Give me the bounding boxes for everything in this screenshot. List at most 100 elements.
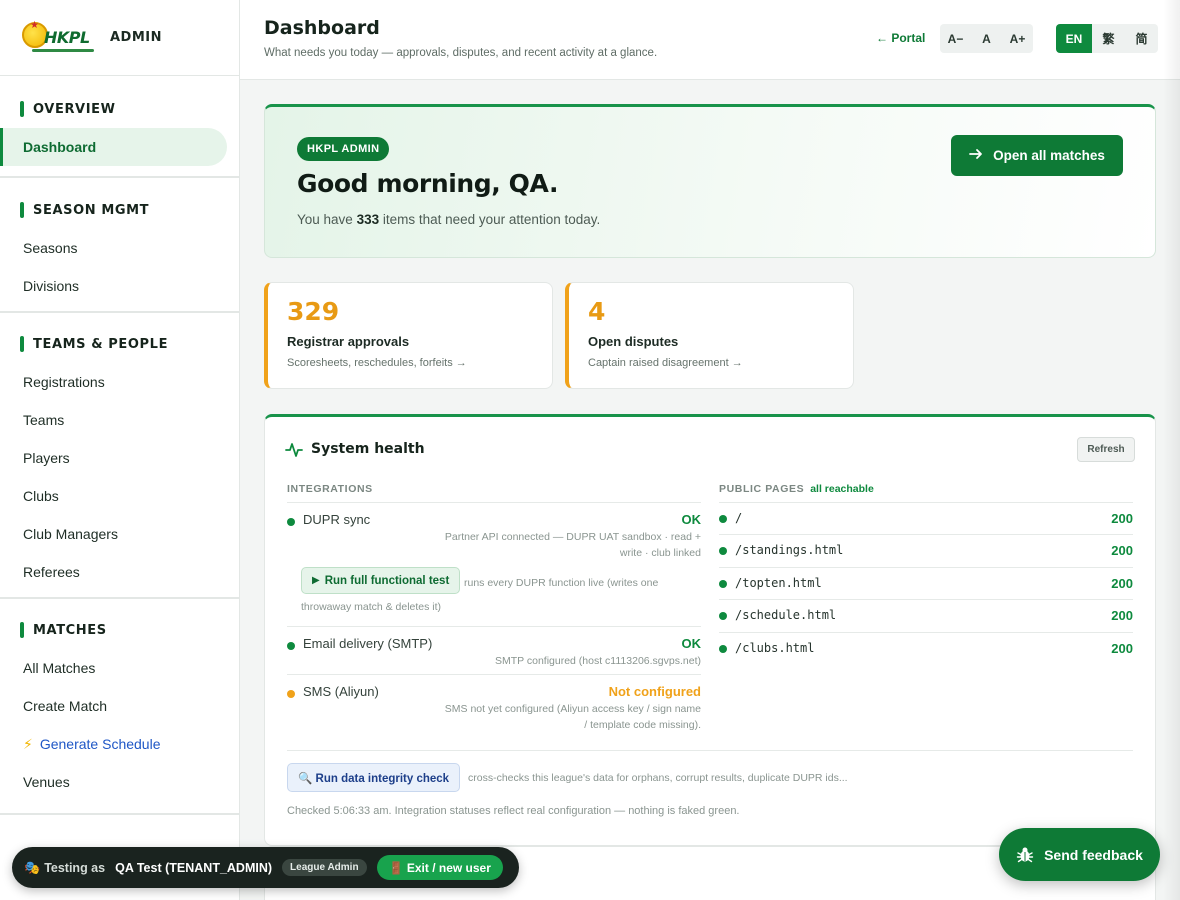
integration-status: Not configured: [608, 684, 701, 699]
stat-card-open-disputes[interactable]: 4 Open disputes Captain raised disagreem…: [565, 282, 854, 389]
sidebar-item-players[interactable]: Players: [0, 439, 239, 477]
exit-impersonation-button[interactable]: 🚪 Exit / new user: [376, 855, 503, 880]
activity-icon: [285, 441, 303, 464]
page-path: /standings.html: [735, 543, 844, 557]
attention-summary: You have 333 items that need your attent…: [297, 212, 600, 227]
testing-as-label: Testing as: [44, 860, 106, 875]
status-dot: [719, 580, 727, 588]
sidebar-item-clubs[interactable]: Clubs: [0, 477, 239, 515]
stat-card-registrar-approvals[interactable]: 329 Registrar approvals Scoresheets, res…: [264, 282, 553, 389]
integrations-heading: INTEGRATIONS: [287, 483, 373, 495]
integration-name: DUPR sync: [303, 512, 371, 527]
scroll-shadow: [1163, 0, 1180, 900]
http-status: 200: [1111, 511, 1133, 526]
page-path: /schedule.html: [735, 608, 837, 622]
refresh-button[interactable]: Refresh: [1077, 437, 1135, 462]
sidebar-item-club-managers[interactable]: Club Managers: [0, 515, 239, 553]
brand-title: ADMIN: [110, 30, 163, 45]
lang-en-button[interactable]: EN: [1056, 24, 1092, 53]
stat-subtext: Captain raised disagreement →: [588, 357, 743, 369]
status-dot: [287, 518, 295, 526]
integration-row-dupr: DUPR sync OK Partner API connected — DUP…: [287, 502, 701, 626]
sidebar-item-seasons[interactable]: Seasons: [0, 229, 239, 267]
page-header: Dashboard What needs you today — approva…: [240, 0, 1180, 80]
sidebar-item-registrations[interactable]: Registrations: [0, 363, 239, 401]
send-feedback-button[interactable]: Send feedback: [999, 828, 1160, 881]
stat-subtext: Scoresheets, reschedules, forfeits →: [287, 357, 467, 369]
role-badge: League Admin: [282, 859, 367, 876]
integration-description: Partner API connected — DUPR UAT sandbox…: [444, 531, 701, 559]
hkpl-logo[interactable]: ★ HKPL: [20, 18, 96, 58]
public-pages-status: all reachable: [810, 483, 874, 495]
sidebar-item-generate-schedule[interactable]: ⚡ Generate Schedule: [0, 725, 239, 763]
integration-name: SMS (Aliyun): [303, 684, 379, 699]
nav-section-season-mgmt: SEASON MGMT Seasons Divisions: [0, 178, 239, 313]
font-increase-button[interactable]: A+: [1002, 24, 1033, 53]
status-dot: [719, 612, 727, 620]
status-dot: [719, 515, 727, 523]
nav-heading: OVERVIEW: [0, 100, 239, 118]
status-dot: [287, 642, 295, 650]
nav-heading: TEAMS & PEOPLE: [0, 335, 239, 353]
public-pages-label: PUBLIC PAGES: [719, 483, 805, 495]
logo-underline: [32, 48, 94, 52]
page-path: /: [735, 511, 743, 525]
brand: ★ HKPL ADMIN: [0, 0, 239, 76]
nav-heading-label: MATCHES: [33, 622, 107, 638]
status-dot: [719, 645, 727, 653]
font-reset-button[interactable]: A: [971, 24, 1002, 53]
stat-value: 4: [588, 297, 606, 326]
sidebar-item-divisions[interactable]: Divisions: [0, 267, 239, 305]
sidebar-item-venues[interactable]: Venues: [0, 763, 239, 801]
lang-simplified-button[interactable]: 简: [1125, 24, 1158, 53]
portal-link[interactable]: ← Portal: [876, 31, 925, 45]
nav-section-matches: MATCHES All Matches Create Match ⚡ Genera…: [0, 599, 239, 815]
summary-suffix: items that need your attention today.: [379, 212, 601, 227]
section-divider: [287, 750, 1133, 751]
attention-count: 333: [356, 212, 380, 227]
font-size-controls: A− A A+: [940, 24, 1033, 53]
welcome-hero: HKPL ADMIN Good morning, QA. You have 33…: [264, 104, 1156, 258]
nav-heading-label: TEAMS & PEOPLE: [33, 336, 169, 352]
mask-icon: 🎭: [24, 859, 41, 875]
system-health-card: System health Refresh INTEGRATIONS PUBLI…: [264, 414, 1156, 846]
font-decrease-button[interactable]: A−: [940, 24, 971, 53]
sidebar-item-all-matches[interactable]: All Matches: [0, 649, 239, 687]
last-checked-note: Checked 5:06:33 am. Integration statuses…: [287, 805, 740, 817]
summary-prefix: You have: [297, 212, 357, 227]
nav-section-overview: OVERVIEW Dashboard: [0, 76, 239, 178]
public-page-row[interactable]: /clubs.html 200: [719, 632, 1133, 665]
http-status: 200: [1111, 576, 1133, 591]
public-page-row[interactable]: /standings.html 200: [719, 534, 1133, 567]
impersonated-user: QA Test (TENANT_ADMIN): [115, 860, 273, 875]
nav-heading: SEASON MGMT: [0, 201, 239, 219]
bug-icon: [1016, 846, 1034, 864]
sidebar-item-create-match[interactable]: Create Match: [0, 687, 239, 725]
public-page-row[interactable]: /schedule.html 200: [719, 599, 1133, 632]
run-functional-test-button[interactable]: ▶ Run full functional test: [301, 567, 461, 594]
nav-heading: MATCHES: [0, 621, 239, 639]
data-integrity-check-button[interactable]: 🔍 Run data integrity check: [287, 763, 461, 792]
logo-text: HKPL: [44, 27, 90, 47]
integration-name: Email delivery (SMTP): [303, 636, 433, 651]
language-switcher: EN 繁 简: [1056, 24, 1158, 53]
lang-traditional-button[interactable]: 繁: [1092, 24, 1125, 53]
sidebar-item-teams[interactable]: Teams: [0, 401, 239, 439]
integration-status: OK: [681, 512, 702, 527]
impersonation-bar: 🎭 Testing as QA Test (TENANT_ADMIN) Leag…: [12, 847, 519, 888]
public-page-row[interactable]: /topten.html 200: [719, 567, 1133, 600]
integration-status: OK: [681, 636, 702, 651]
http-status: 200: [1111, 641, 1133, 656]
stat-value: 329: [287, 297, 340, 326]
sidebar-item-referees[interactable]: Referees: [0, 553, 239, 591]
open-all-matches-button[interactable]: Open all matches: [951, 135, 1123, 176]
integration-row-sms: SMS (Aliyun) Not configured SMS not yet …: [287, 674, 701, 738]
http-status: 200: [1111, 543, 1133, 558]
nav-heading-label: SEASON MGMT: [33, 202, 150, 218]
button-label: Open all matches: [993, 148, 1105, 163]
button-label: Send feedback: [1044, 846, 1143, 863]
sidebar-item-dashboard[interactable]: Dashboard: [0, 128, 227, 166]
public-page-row[interactable]: / 200: [719, 502, 1133, 535]
page-title: Dashboard: [264, 17, 380, 39]
star-icon: ★: [30, 19, 39, 31]
